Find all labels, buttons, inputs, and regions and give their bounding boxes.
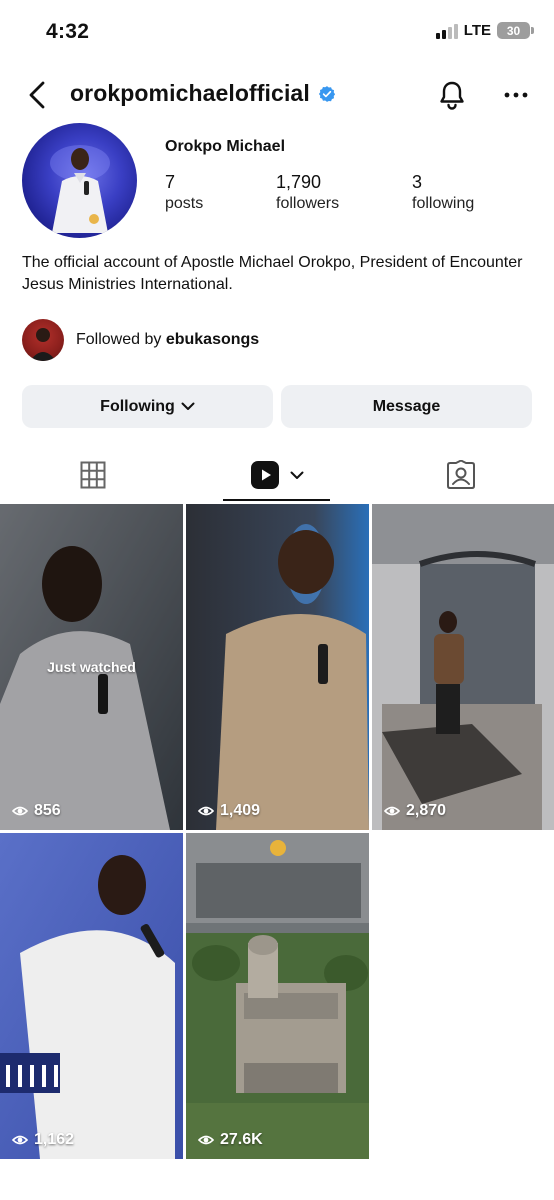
reel-tile[interactable]: 27.6K <box>186 833 369 1159</box>
followed-by-prefix: Followed by <box>76 331 166 348</box>
grid-icon <box>80 461 105 489</box>
more-horizontal-icon <box>504 92 528 98</box>
following-count: 3 <box>412 172 423 192</box>
followed-by-user[interactable]: ebukasongs <box>166 331 259 348</box>
reel-tile[interactable]: Just watched 856 <box>0 504 183 830</box>
reel-views: 27.6K <box>198 1131 263 1149</box>
follower-avatar-image <box>30 328 56 361</box>
reel-views: 856 <box>12 802 61 820</box>
tab-reels[interactable] <box>223 450 330 500</box>
reel-tile[interactable]: 1,162 <box>0 833 183 1159</box>
eye-icon <box>384 806 400 816</box>
followers-stat[interactable]: 1,790 followers <box>276 172 339 213</box>
following-button-label: Following <box>100 397 175 415</box>
avatar-image <box>50 145 110 233</box>
profile-header: orokpomichaelofficial <box>0 70 554 120</box>
more-options-button[interactable] <box>501 82 531 108</box>
display-name: Orokpo Michael <box>165 138 286 155</box>
tab-posts[interactable] <box>40 450 145 500</box>
reel-views: 2,870 <box>384 802 446 820</box>
profile-username: orokpomichaelofficial <box>70 80 310 106</box>
eye-icon <box>12 806 28 816</box>
followed-by-row[interactable]: Followed by ebukasongs <box>22 319 259 361</box>
follower-avatar <box>22 319 64 361</box>
tagged-icon <box>446 460 475 489</box>
back-button[interactable] <box>22 78 52 112</box>
reel-thumbnail <box>186 833 369 1159</box>
following-button[interactable]: Following <box>22 385 273 428</box>
active-tab-indicator <box>223 499 330 501</box>
just-watched-badge: Just watched <box>47 659 136 675</box>
reel-views-count: 1,162 <box>34 1131 75 1148</box>
posts-stat[interactable]: 7 posts <box>165 172 203 213</box>
status-bar: 4:32 LTE 30 <box>0 0 554 66</box>
tab-tagged[interactable] <box>408 450 513 500</box>
status-indicators: LTE 30 <box>435 22 534 39</box>
reel-tile[interactable]: 1,409 <box>186 504 369 830</box>
profile-tabs <box>0 450 554 502</box>
reel-tile[interactable]: 2,870 <box>372 504 554 830</box>
posts-label: posts <box>165 195 204 212</box>
reel-views: 1,162 <box>12 1131 74 1149</box>
followers-label: followers <box>276 195 340 212</box>
following-stat[interactable]: 3 following <box>412 172 474 213</box>
reel-thumbnail <box>372 504 554 830</box>
battery-icon: 30 <box>497 22 534 39</box>
reels-icon <box>250 461 279 489</box>
bell-icon <box>440 81 464 110</box>
posts-count: 7 <box>165 172 176 192</box>
username-group: orokpomichaelofficial <box>70 80 336 107</box>
profile-avatar[interactable] <box>22 123 137 238</box>
reel-views-count: 2,870 <box>406 802 447 819</box>
reel-views-count: 1,409 <box>220 802 261 819</box>
reel-thumbnail <box>0 833 183 1159</box>
chevron-down-icon <box>290 471 303 479</box>
followed-by-text: Followed by ebukasongs <box>76 331 259 349</box>
eye-icon <box>198 1135 214 1145</box>
reel-thumbnail <box>186 504 369 830</box>
notifications-button[interactable] <box>436 78 468 112</box>
chevron-left-icon <box>29 81 45 109</box>
message-button[interactable]: Message <box>281 385 532 428</box>
eye-icon <box>12 1135 28 1145</box>
chevron-down-icon <box>181 402 195 410</box>
following-label: following <box>412 195 475 212</box>
profile-bio: The official account of Apostle Michael … <box>22 254 523 293</box>
status-time: 4:32 <box>46 20 90 43</box>
reel-views: 1,409 <box>198 802 260 820</box>
followers-count: 1,790 <box>276 172 322 192</box>
reel-views-count: 27.6K <box>220 1131 263 1148</box>
network-label: LTE <box>463 22 491 39</box>
verified-badge-icon <box>318 85 335 102</box>
message-button-label: Message <box>372 397 441 415</box>
eye-icon <box>198 806 214 816</box>
signal-icon <box>435 23 458 39</box>
reel-views-count: 856 <box>34 802 61 819</box>
